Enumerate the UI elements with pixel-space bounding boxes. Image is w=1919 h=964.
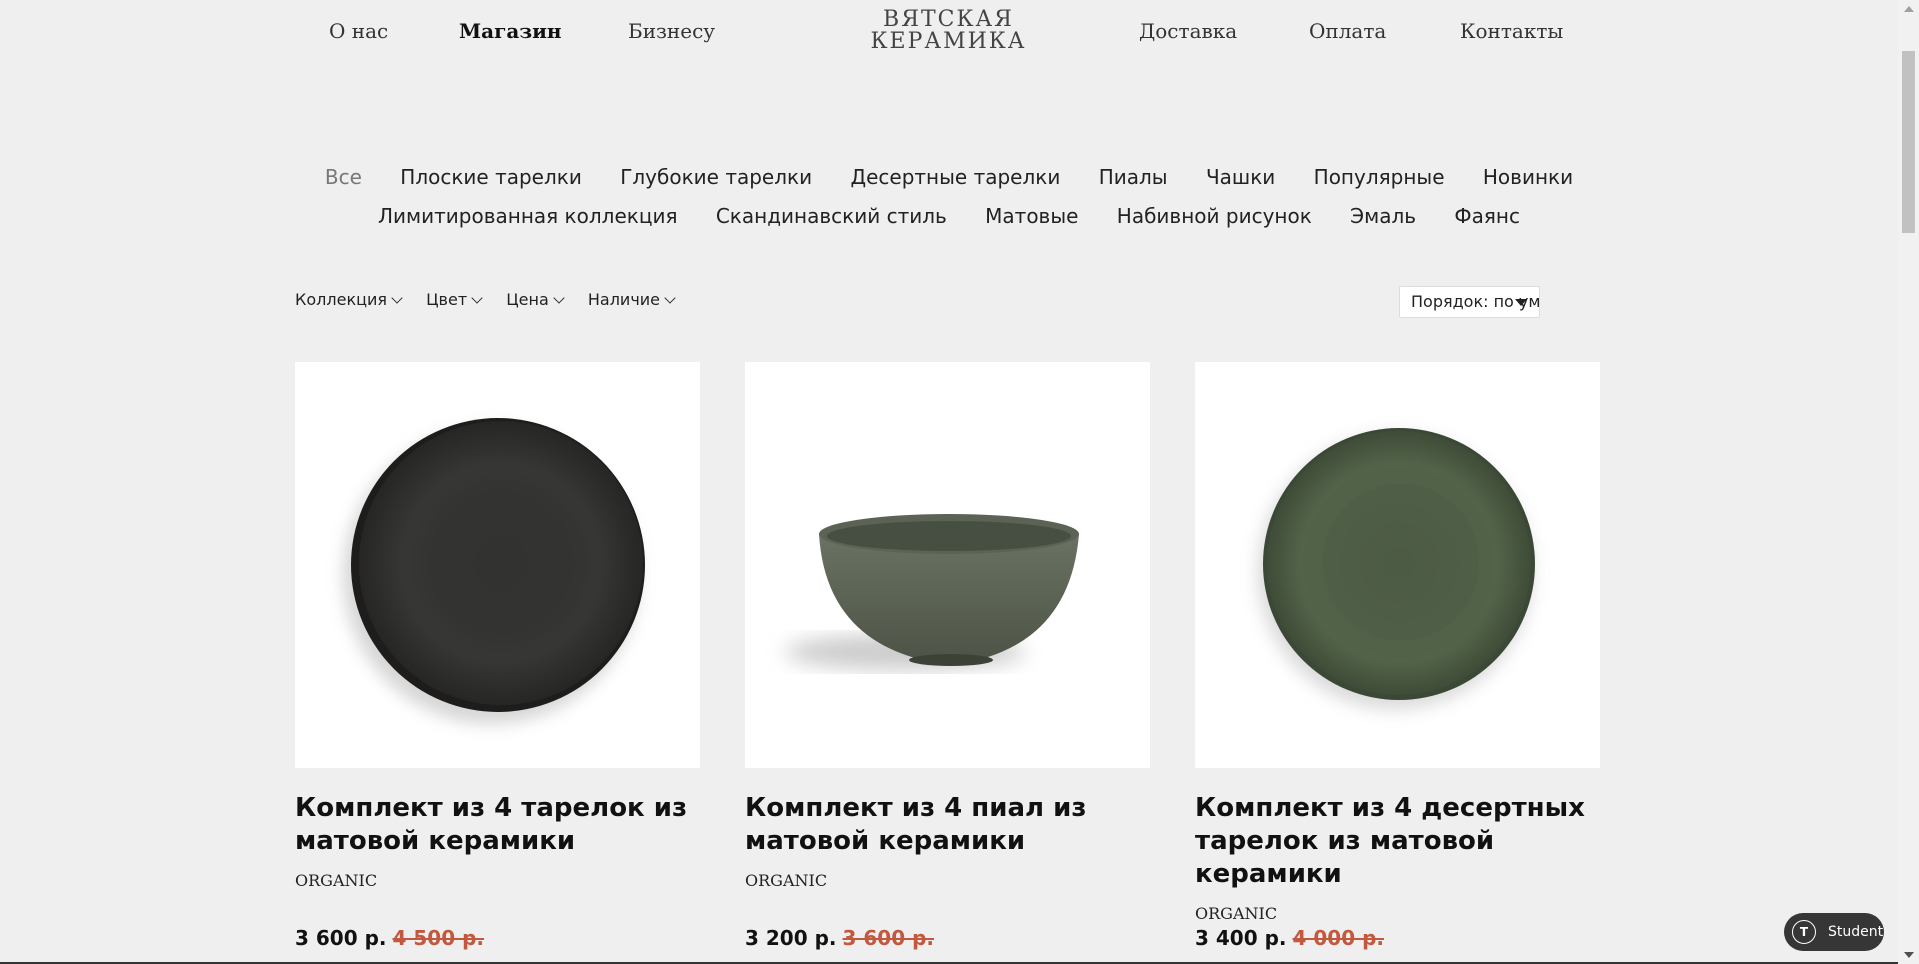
product-image[interactable] — [745, 362, 1150, 768]
category-enamel[interactable]: Эмаль — [1350, 204, 1416, 228]
filter-collection[interactable]: Коллекция — [295, 290, 403, 309]
category-matte[interactable]: Матовые — [985, 204, 1078, 228]
nav-link-shop[interactable]: Магазин — [459, 19, 562, 43]
logo-line-1: ВЯТСКАЯ — [883, 7, 1014, 32]
product-image[interactable] — [295, 362, 700, 768]
chevron-down-icon — [471, 292, 483, 304]
filter-price[interactable]: Цена — [506, 290, 565, 309]
olive-matte-bowl-icon — [785, 514, 1079, 670]
category-scandinavian[interactable]: Скандинавский стиль — [716, 204, 947, 228]
nav-link-about[interactable]: О нас — [329, 19, 388, 43]
scroll-up-arrow-icon[interactable] — [1904, 6, 1914, 12]
old-price: 4 500 р. — [392, 926, 485, 950]
badge-label: Student — [1828, 924, 1884, 940]
scroll-down-arrow-icon[interactable] — [1904, 952, 1914, 958]
filter-color[interactable]: Цвет — [426, 290, 483, 309]
category-row-1: Все Плоские тарелки Глубокие тарелки Дес… — [0, 165, 1898, 189]
filter-price-label: Цена — [506, 290, 549, 309]
category-limited[interactable]: Лимитированная коллекция — [378, 204, 677, 228]
product-image[interactable] — [1195, 362, 1600, 768]
current-price: 3 400 р. — [1195, 926, 1287, 950]
product-price: 3 600 р. 4 500 р. — [295, 926, 484, 950]
category-row-2: Лимитированная коллекция Скандинавский с… — [0, 204, 1898, 228]
tilda-icon: T — [1792, 920, 1816, 944]
green-matte-dessert-plate-icon — [1257, 428, 1535, 710]
filter-availability-label: Наличие — [587, 290, 661, 309]
filter-collection-label: Коллекция — [295, 290, 388, 309]
filter-bar: Коллекция Цвет Цена Наличие — [295, 290, 694, 309]
product-price: 3 200 р. 3 600 р. — [745, 926, 934, 950]
nav-link-payment[interactable]: Оплата — [1309, 19, 1386, 43]
product-brand: ORGANIC — [295, 871, 378, 890]
category-faience[interactable]: Фаянс — [1454, 204, 1520, 228]
student-badge[interactable]: T Student — [1784, 913, 1884, 951]
product-card[interactable]: Комплект из 4 пиал из матовой керамики O… — [745, 362, 1150, 950]
top-navigation: О нас Магазин Бизнесу ВЯТСКАЯ КЕРАМИКА Д… — [0, 0, 1898, 70]
category-bowls[interactable]: Пиалы — [1099, 165, 1168, 189]
category-flat-plates[interactable]: Плоские тарелки — [400, 165, 582, 189]
category-printed[interactable]: Набивной рисунок — [1117, 204, 1312, 228]
category-cups[interactable]: Чашки — [1206, 165, 1275, 189]
current-price: 3 600 р. — [295, 926, 387, 950]
filter-color-label: Цвет — [426, 290, 468, 309]
dark-matte-plate-icon — [343, 418, 645, 724]
page-scrollbar[interactable] — [1898, 0, 1919, 964]
product-card[interactable]: Комплект из 4 десертных тарелок из матов… — [1195, 362, 1600, 950]
product-title[interactable]: Комплект из 4 десертных тарелок из матов… — [1195, 792, 1600, 891]
category-popular[interactable]: Популярные — [1314, 165, 1445, 189]
product-price: 3 400 р. 4 000 р. — [1195, 926, 1384, 950]
category-dessert-plates[interactable]: Десертные тарелки — [850, 165, 1060, 189]
product-brand: ORGANIC — [745, 871, 828, 890]
old-price: 3 600 р. — [842, 926, 935, 950]
filter-availability[interactable]: Наличие — [587, 290, 676, 309]
current-price: 3 200 р. — [745, 926, 837, 950]
nav-link-business[interactable]: Бизнесу — [628, 19, 715, 43]
site-logo[interactable]: ВЯТСКАЯ КЕРАМИКА — [866, 9, 1031, 53]
category-all[interactable]: Все — [325, 165, 362, 189]
product-title[interactable]: Комплект из 4 тарелок из матовой керамик… — [295, 792, 700, 858]
chevron-down-icon — [553, 292, 565, 304]
old-price: 4 000 р. — [1292, 926, 1385, 950]
category-deep-plates[interactable]: Глубокие тарелки — [620, 165, 812, 189]
chevron-down-icon — [664, 292, 676, 304]
sort-select[interactable]: Порядок: по умолча — [1399, 286, 1540, 318]
logo-line-2: КЕРАМИКА — [870, 29, 1027, 54]
nav-link-delivery[interactable]: Доставка — [1139, 19, 1237, 43]
nav-link-contacts[interactable]: Контакты — [1460, 19, 1563, 43]
dropdown-arrow-icon — [1515, 299, 1527, 306]
product-brand: ORGANIC — [1195, 904, 1278, 923]
category-new[interactable]: Новинки — [1483, 165, 1573, 189]
product-card[interactable]: Комплект из 4 тарелок из матовой керамик… — [295, 362, 700, 950]
product-title[interactable]: Комплект из 4 пиал из матовой керамики — [745, 792, 1150, 858]
chevron-down-icon — [391, 292, 403, 304]
scroll-thumb[interactable] — [1902, 51, 1915, 233]
